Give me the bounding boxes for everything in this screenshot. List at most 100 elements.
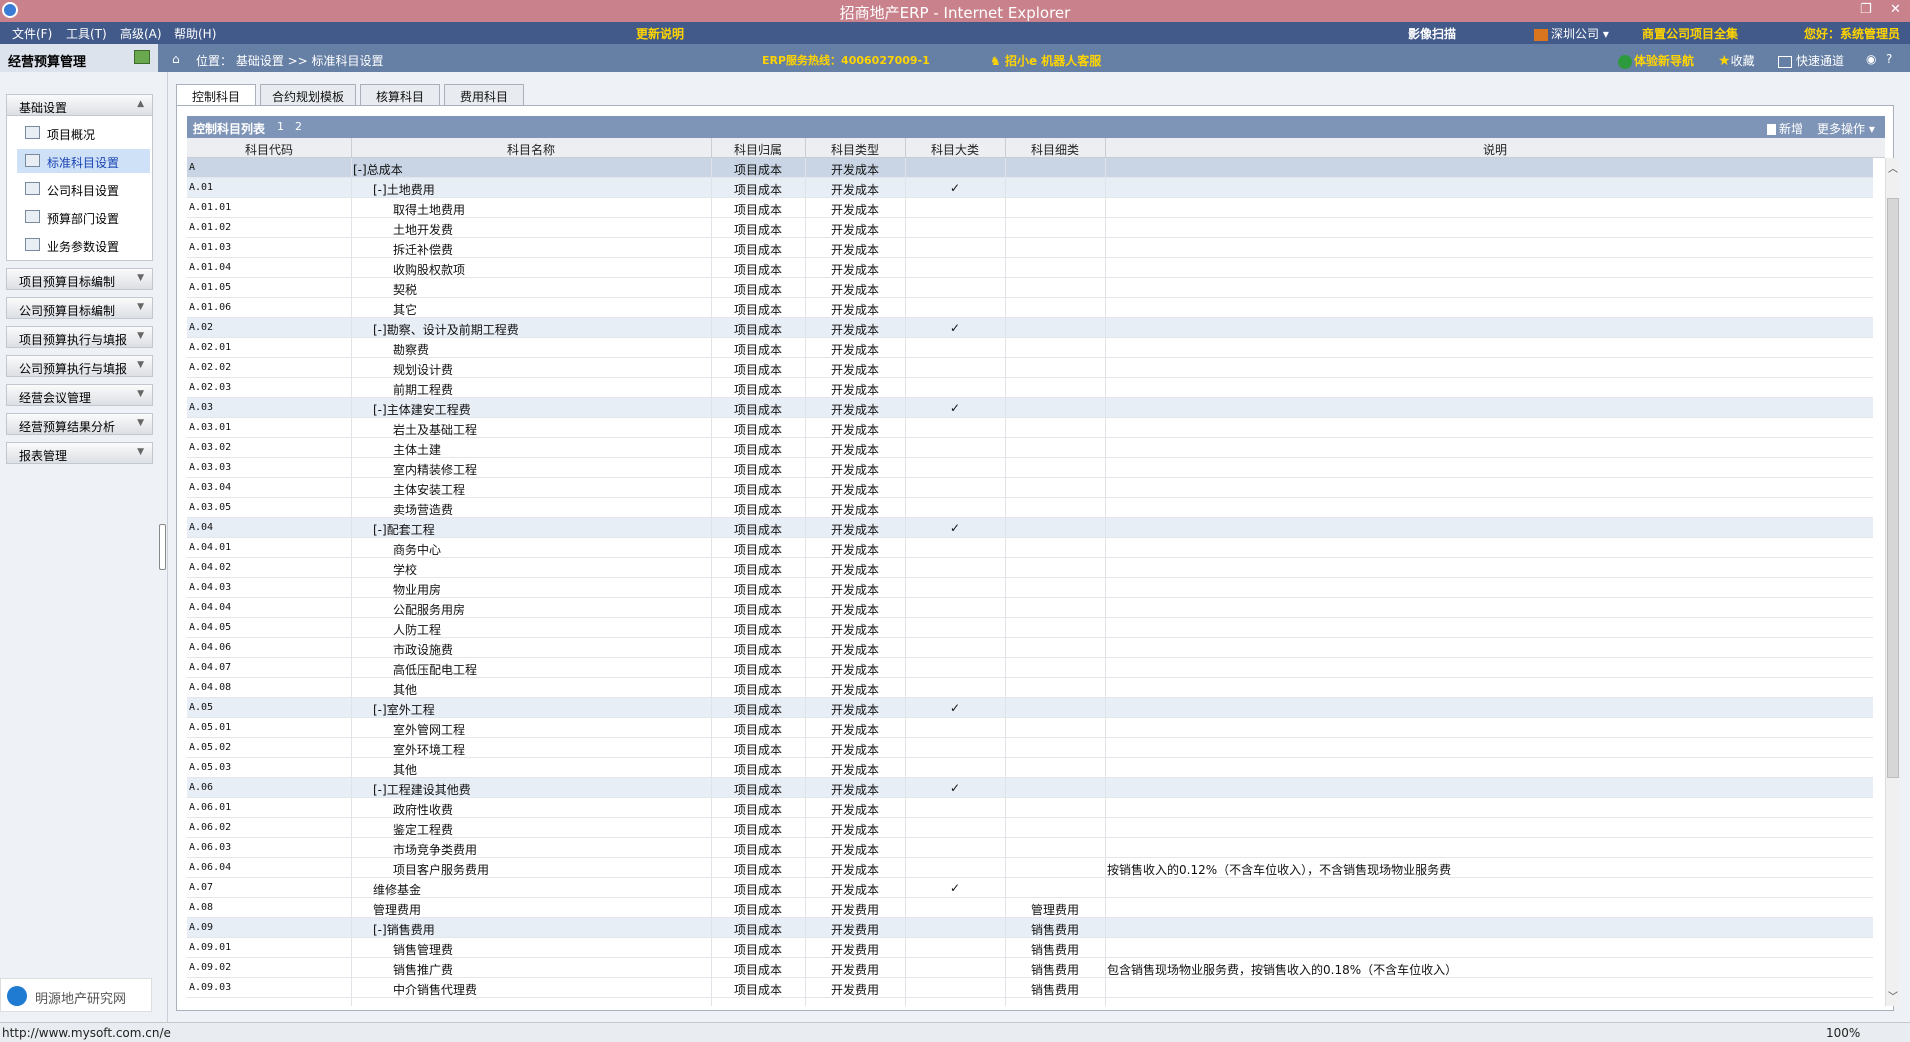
table-row[interactable]: A.05.02 室外环境工程 项目成本 开发成本 bbox=[187, 738, 1873, 758]
table-row[interactable]: A.06.03 市场竞争类费用 项目成本 开发成本 bbox=[187, 838, 1873, 858]
col-header-code[interactable]: 科目代码 bbox=[187, 141, 351, 158]
close-window-button[interactable]: ✕ bbox=[1890, 2, 1901, 17]
table-row[interactable]: A.05.01 室外管网工程 项目成本 开发成本 bbox=[187, 718, 1873, 738]
table-row[interactable]: A.03 [-]主体建安工程费 项目成本 开发成本 ✓ bbox=[187, 398, 1873, 418]
table-row[interactable]: A.03.04 主体安装工程 项目成本 开发成本 bbox=[187, 478, 1873, 498]
menu-help[interactable]: 帮助(H) bbox=[174, 25, 216, 42]
sidebar-group-project-budget-target[interactable]: 项目预算目标编制 ▼ bbox=[6, 268, 153, 290]
table-row[interactable]: A.01.05 契税 项目成本 开发成本 bbox=[187, 278, 1873, 298]
projects-all-link[interactable]: 商置公司项目全集 bbox=[1642, 25, 1738, 42]
tab-accounting-accounts[interactable]: 核算科目 bbox=[360, 84, 440, 106]
table-row[interactable]: A.04.07 高低压配电工程 项目成本 开发成本 bbox=[187, 658, 1873, 678]
section-refresh-icon[interactable] bbox=[134, 50, 150, 64]
collapse-handle[interactable] bbox=[159, 524, 166, 570]
sidebar-item-label: 标准科目设置 bbox=[47, 156, 120, 170]
table-row[interactable]: A.01.03 拆迁补偿费 项目成本 开发成本 bbox=[187, 238, 1873, 258]
table-row[interactable]: A.04.01 商务中心 项目成本 开发成本 bbox=[187, 538, 1873, 558]
table-row[interactable]: A.04.06 市政设施费 项目成本 开发成本 bbox=[187, 638, 1873, 658]
table-row[interactable]: A.06 [-]工程建设其他费 项目成本 开发成本 ✓ bbox=[187, 778, 1873, 798]
sidebar-group-meeting-mgmt[interactable]: 经营会议管理 ▼ bbox=[6, 384, 153, 406]
sidebar-group-company-budget-target[interactable]: 公司预算目标编制 ▼ bbox=[6, 297, 153, 319]
table-row[interactable]: A.09.01 销售管理费 项目成本 开发费用 销售费用 bbox=[187, 938, 1873, 958]
table-row[interactable]: A.07 维修基金 项目成本 开发成本 ✓ bbox=[187, 878, 1873, 898]
table-row[interactable]: A.03.03 室内精装修工程 项目成本 开发成本 bbox=[187, 458, 1873, 478]
ie-settings-icon[interactable]: ◉ bbox=[1866, 52, 1876, 66]
table-row[interactable]: A.03.01 岩土及基础工程 项目成本 开发成本 bbox=[187, 418, 1873, 438]
col-header-minor[interactable]: 科目细类 bbox=[1005, 141, 1105, 158]
table-row[interactable]: A.02.02 规划设计费 项目成本 开发成本 bbox=[187, 358, 1873, 378]
table-row[interactable]: A.04.05 人防工程 项目成本 开发成本 bbox=[187, 618, 1873, 638]
table-row[interactable]: A.02 [-]勘察、设计及前期工程费 项目成本 开发成本 ✓ bbox=[187, 318, 1873, 338]
new-button[interactable]: 新增 bbox=[1767, 120, 1803, 137]
restore-window-button[interactable]: ❐ bbox=[1860, 2, 1872, 17]
table-row[interactable]: A.09 [-]销售费用 项目成本 开发费用 销售费用 bbox=[187, 918, 1873, 938]
table-row[interactable]: A.01.06 其它 项目成本 开发成本 bbox=[187, 298, 1873, 318]
scroll-up-icon[interactable]: ︿ bbox=[1887, 160, 1899, 175]
sidebar-group-result-analysis[interactable]: 经营预算结果分析 ▼ bbox=[6, 413, 153, 435]
update-notes-link[interactable]: 更新说明 bbox=[636, 25, 684, 42]
sidebar-item-project-overview[interactable]: 项目概况 bbox=[17, 121, 150, 145]
table-row[interactable]: A.04.02 学校 项目成本 开发成本 bbox=[187, 558, 1873, 578]
table-row[interactable]: A.05.03 其他 项目成本 开发成本 bbox=[187, 758, 1873, 778]
table-row[interactable]: A.09.02 销售推广费 项目成本 开发费用 销售费用 包含销售现场物业服务费，按销售收… bbox=[187, 958, 1873, 978]
table-row[interactable]: A.03.02 主体土建 项目成本 开发成本 bbox=[187, 438, 1873, 458]
grid-panel: 控制科目列表 1 2 新增 更多操作 ▾ 科目代码 科目名称 科目归属 科目类型… bbox=[176, 105, 1899, 1011]
sidebar-group-basic-settings[interactable]: 基础设置 ▲ bbox=[6, 94, 153, 116]
cell-owner: 项目成本 bbox=[733, 903, 782, 917]
zoom-level[interactable]: 100% bbox=[1826, 1026, 1860, 1040]
menu-file[interactable]: 文件(F) bbox=[12, 25, 52, 42]
col-header-desc[interactable]: 说明 bbox=[1105, 141, 1885, 158]
menu-tools[interactable]: 工具(T) bbox=[66, 25, 107, 42]
table-row[interactable]: A.02.03 前期工程费 项目成本 开发成本 bbox=[187, 378, 1873, 398]
sidebar-group-company-budget-exec[interactable]: 公司预算执行与填报 ▼ bbox=[6, 355, 153, 377]
sidebar-item-company-accounts[interactable]: 公司科目设置 bbox=[17, 177, 150, 201]
menu-advanced[interactable]: 高级(A) bbox=[120, 25, 162, 42]
table-row[interactable]: A.02.01 勘察费 项目成本 开发成本 bbox=[187, 338, 1873, 358]
table-row[interactable]: A.01 [-]土地费用 项目成本 开发成本 ✓ bbox=[187, 178, 1873, 198]
home-icon[interactable]: ⌂ bbox=[172, 52, 186, 66]
scroll-down-icon[interactable]: ﹀ bbox=[1887, 988, 1899, 1003]
table-row[interactable]: A.01.04 收购股权款项 项目成本 开发成本 bbox=[187, 258, 1873, 278]
quick-access-link[interactable]: 快速通道 bbox=[1778, 52, 1844, 69]
sidebar-item-budget-departments[interactable]: 预算部门设置 bbox=[17, 205, 150, 229]
sidebar-item-standard-accounts[interactable]: 标准科目设置 bbox=[17, 149, 150, 173]
help-icon[interactable]: ? bbox=[1886, 52, 1892, 66]
table-row[interactable]: A.04 [-]配套工程 项目成本 开发成本 ✓ bbox=[187, 518, 1873, 538]
cell-code: A.02.02 bbox=[189, 362, 232, 373]
table-row[interactable]: A.04.04 公配服务用房 项目成本 开发成本 bbox=[187, 598, 1873, 618]
col-header-major[interactable]: 科目大类 bbox=[905, 141, 1005, 158]
new-nav-tour-link[interactable]: 体验新导航 bbox=[1618, 52, 1694, 69]
table-row[interactable]: A.09.03 中介销售代理费 项目成本 开发费用 销售费用 bbox=[187, 978, 1873, 998]
tab-contract-templates[interactable]: 合约规划模板 bbox=[260, 84, 356, 106]
tab-control-accounts[interactable]: 控制科目 bbox=[176, 84, 256, 107]
more-actions-button[interactable]: 更多操作 ▾ bbox=[1817, 120, 1875, 137]
sidebar-splitter[interactable] bbox=[158, 72, 168, 1022]
col-header-type[interactable]: 科目类型 bbox=[805, 141, 905, 158]
user-greeting[interactable]: 您好：系统管理员 bbox=[1804, 25, 1900, 42]
col-header-owner[interactable]: 科目归属 bbox=[711, 141, 805, 158]
sidebar-item-business-params[interactable]: 业务参数设置 bbox=[17, 233, 150, 257]
page-link-1[interactable]: 1 bbox=[277, 120, 284, 133]
sidebar-group-reports[interactable]: 报表管理 ▼ bbox=[6, 442, 153, 464]
page-link-2[interactable]: 2 bbox=[295, 120, 302, 133]
table-row[interactable]: A.04.08 其他 项目成本 开发成本 bbox=[187, 678, 1873, 698]
table-row[interactable]: A.06.02 鉴定工程费 项目成本 开发成本 bbox=[187, 818, 1873, 838]
table-row[interactable]: A.01.02 土地开发费 项目成本 开发成本 bbox=[187, 218, 1873, 238]
table-row[interactable]: A.06.01 政府性收费 项目成本 开发成本 bbox=[187, 798, 1873, 818]
table-row[interactable]: A.06.04 项目客户服务费用 项目成本 开发成本 按销售收入的0.12%（不含车位收… bbox=[187, 858, 1873, 878]
tab-expense-accounts[interactable]: 费用科目 bbox=[444, 84, 524, 106]
table-row[interactable]: A.01.01 取得土地费用 项目成本 开发成本 bbox=[187, 198, 1873, 218]
image-scan-link[interactable]: 影像扫描 bbox=[1408, 25, 1456, 42]
table-row[interactable]: A.03.05 卖场营造费 项目成本 开发成本 bbox=[187, 498, 1873, 518]
table-row[interactable]: A [-]总成本 项目成本 开发成本 bbox=[187, 158, 1873, 178]
table-row[interactable]: A.05 [-]室外工程 项目成本 开发成本 ✓ bbox=[187, 698, 1873, 718]
favorites-link[interactable]: ★收藏 bbox=[1718, 52, 1755, 69]
scroll-thumb[interactable] bbox=[1887, 198, 1899, 778]
table-row[interactable]: A.04.03 物业用房 项目成本 开发成本 bbox=[187, 578, 1873, 598]
table-row[interactable]: A.08 管理费用 项目成本 开发费用 管理费用 bbox=[187, 898, 1873, 918]
vertical-scrollbar[interactable]: ︿ ﹀ bbox=[1885, 158, 1899, 1006]
sidebar-group-project-budget-exec[interactable]: 项目预算执行与填报 ▼ bbox=[6, 326, 153, 348]
col-header-name[interactable]: 科目名称 bbox=[351, 141, 711, 158]
robot-service-link[interactable]: ♞ 招小e 机器人客服 bbox=[990, 52, 1101, 69]
company-selector[interactable]: 深圳公司 ▾ bbox=[1534, 25, 1609, 42]
